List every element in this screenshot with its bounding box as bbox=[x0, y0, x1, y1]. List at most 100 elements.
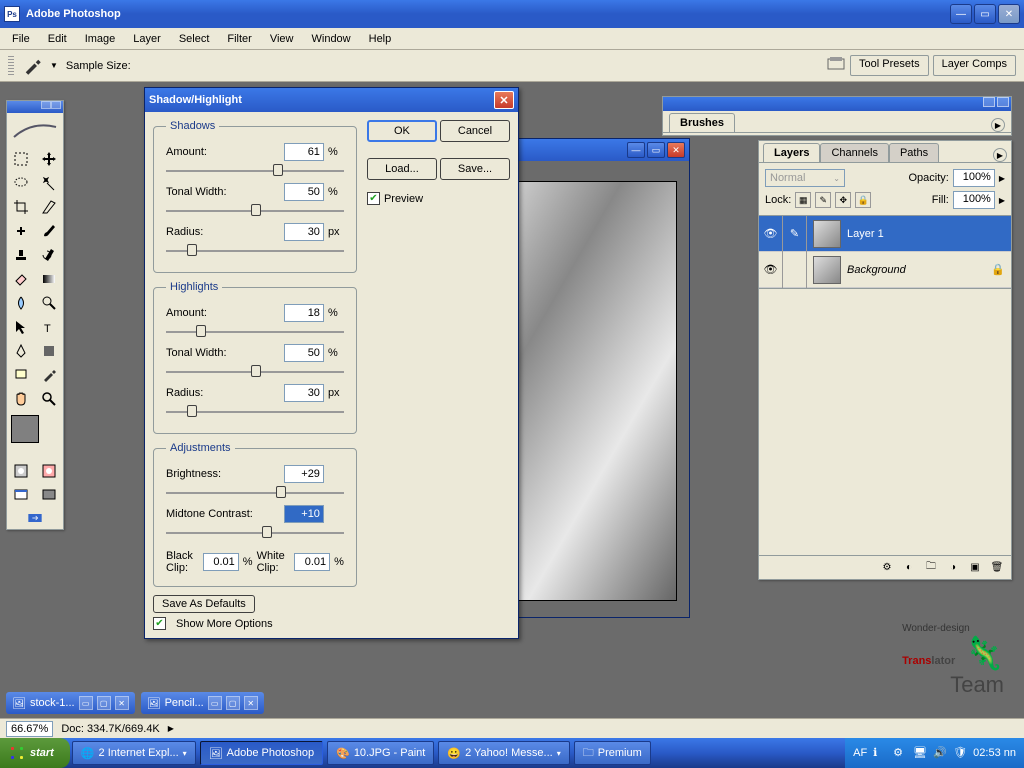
white-clip-input[interactable] bbox=[294, 553, 330, 571]
task-item[interactable]: 🗀Premium bbox=[574, 741, 651, 765]
stub-close-icon[interactable]: ✕ bbox=[244, 696, 258, 710]
delete-layer-icon[interactable]: 🗑 bbox=[989, 560, 1005, 576]
palette-close-icon[interactable] bbox=[997, 97, 1009, 107]
layer-set-icon[interactable]: 🗀 bbox=[923, 560, 939, 576]
tray-icon[interactable]: 🛡 bbox=[953, 746, 967, 760]
menu-file[interactable]: File bbox=[4, 31, 38, 47]
midtone-input[interactable] bbox=[284, 505, 324, 523]
layers-tab[interactable]: Layers bbox=[763, 143, 820, 162]
dialog-close-button[interactable]: ✕ bbox=[494, 91, 514, 109]
maximize-button[interactable]: ▭ bbox=[974, 4, 996, 24]
lock-move-icon[interactable]: ✥ bbox=[835, 192, 851, 208]
preview-checkbox[interactable]: ✔ bbox=[367, 192, 380, 205]
clock[interactable]: 02:53 nn bbox=[973, 747, 1016, 759]
jump-to-iready-icon[interactable] bbox=[7, 507, 63, 529]
ok-button[interactable]: OK bbox=[367, 120, 437, 142]
dropdown-arrow-icon[interactable]: ▼ bbox=[50, 61, 58, 70]
hand-tool-icon[interactable] bbox=[7, 387, 35, 411]
layer-comps-button[interactable]: Layer Comps bbox=[933, 55, 1016, 76]
highlights-radius-slider[interactable] bbox=[166, 403, 344, 421]
move-tool-icon[interactable] bbox=[35, 147, 63, 171]
brush-tool-icon[interactable] bbox=[35, 219, 63, 243]
zoom-tool-icon[interactable] bbox=[35, 387, 63, 411]
pen-tool-icon[interactable] bbox=[7, 339, 35, 363]
blur-tool-icon[interactable] bbox=[7, 291, 35, 315]
dialog-titlebar[interactable]: Shadow/Highlight ✕ bbox=[145, 88, 518, 112]
doc-close-button[interactable]: ✕ bbox=[667, 142, 685, 158]
eyedropper-tool-icon[interactable] bbox=[35, 363, 63, 387]
shadows-radius-slider[interactable] bbox=[166, 242, 344, 260]
heal-tool-icon[interactable] bbox=[7, 219, 35, 243]
shape-tool-icon[interactable] bbox=[35, 339, 63, 363]
minimize-button[interactable]: — bbox=[950, 4, 972, 24]
shadows-tonal-slider[interactable] bbox=[166, 202, 344, 220]
midtone-slider[interactable] bbox=[166, 524, 344, 542]
menu-edit[interactable]: Edit bbox=[40, 31, 75, 47]
adjustment-layer-icon[interactable]: ◑ bbox=[945, 560, 961, 576]
task-item[interactable]: 🖼Adobe Photoshop bbox=[200, 741, 323, 765]
task-item[interactable]: 🌐2 Internet Expl...▾ bbox=[72, 741, 196, 765]
black-clip-input[interactable] bbox=[203, 553, 239, 571]
highlights-tonal-input[interactable] bbox=[284, 344, 324, 362]
palette-minimize-icon[interactable] bbox=[983, 97, 995, 107]
layer-name[interactable]: Layer 1 bbox=[847, 228, 1011, 240]
lasso-tool-icon[interactable] bbox=[7, 171, 35, 195]
task-item[interactable]: 😀2 Yahoo! Messe...▾ bbox=[438, 741, 569, 765]
lock-transparency-icon[interactable]: ▦ bbox=[795, 192, 811, 208]
stub-close-icon[interactable]: ✕ bbox=[115, 696, 129, 710]
doc-maximize-button[interactable]: ▭ bbox=[647, 142, 665, 158]
shadows-tonal-input[interactable] bbox=[284, 183, 324, 201]
color-swatches[interactable] bbox=[7, 411, 63, 459]
shadows-radius-input[interactable] bbox=[284, 223, 324, 241]
menu-select[interactable]: Select bbox=[171, 31, 218, 47]
layer-name[interactable]: Background bbox=[847, 264, 991, 276]
highlights-amount-input[interactable] bbox=[284, 304, 324, 322]
path-select-tool-icon[interactable] bbox=[7, 315, 35, 339]
layer-mask-icon[interactable]: ◐ bbox=[901, 560, 917, 576]
layer-thumb[interactable] bbox=[813, 256, 841, 284]
stamp-tool-icon[interactable] bbox=[7, 243, 35, 267]
tray-icon[interactable]: 🖥 bbox=[913, 746, 927, 760]
menu-filter[interactable]: Filter bbox=[219, 31, 259, 47]
brushes-tab[interactable]: Brushes bbox=[669, 113, 735, 132]
brightness-input[interactable] bbox=[284, 465, 324, 483]
lang-indicator[interactable]: AF bbox=[853, 747, 867, 759]
stub-restore-icon[interactable]: ▭ bbox=[79, 696, 93, 710]
start-button[interactable]: start bbox=[0, 738, 70, 768]
file-browser-icon[interactable] bbox=[826, 55, 846, 76]
brightness-slider[interactable] bbox=[166, 484, 344, 502]
screenmode1-icon[interactable] bbox=[7, 483, 35, 507]
new-layer-icon[interactable]: ▣ bbox=[967, 560, 983, 576]
doc-minimize-button[interactable]: — bbox=[627, 142, 645, 158]
paths-tab[interactable]: Paths bbox=[889, 143, 939, 162]
layer-fx-icon[interactable]: ⚙ bbox=[879, 560, 895, 576]
menu-layer[interactable]: Layer bbox=[125, 31, 169, 47]
wand-tool-icon[interactable] bbox=[35, 171, 63, 195]
save-defaults-button[interactable]: Save As Defaults bbox=[153, 595, 255, 613]
menu-help[interactable]: Help bbox=[361, 31, 400, 47]
opacity-input[interactable]: 100% bbox=[953, 169, 995, 187]
fill-input[interactable]: 100% bbox=[953, 191, 995, 209]
layers-menu-icon[interactable]: ▶ bbox=[993, 148, 1007, 162]
highlights-radius-input[interactable] bbox=[284, 384, 324, 402]
palette-menu-icon[interactable]: ▶ bbox=[991, 118, 1005, 132]
foreground-swatch[interactable] bbox=[11, 415, 39, 443]
link-cell[interactable]: ✎ bbox=[783, 216, 807, 252]
eraser-tool-icon[interactable] bbox=[7, 267, 35, 291]
layer-row[interactable]: 👁 Background 🔒 bbox=[759, 252, 1011, 288]
history-brush-tool-icon[interactable] bbox=[35, 243, 63, 267]
quickmask-icon[interactable] bbox=[7, 459, 35, 483]
layer-thumb[interactable] bbox=[813, 220, 841, 248]
menu-window[interactable]: Window bbox=[304, 31, 359, 47]
blend-mode-select[interactable]: Normal⌄ bbox=[765, 169, 845, 187]
lock-paint-icon[interactable]: ✎ bbox=[815, 192, 831, 208]
highlights-amount-slider[interactable] bbox=[166, 323, 344, 341]
visibility-icon[interactable]: 👁 bbox=[759, 252, 783, 288]
highlights-tonal-slider[interactable] bbox=[166, 363, 344, 381]
fill-flyout-icon[interactable]: ▶ bbox=[999, 196, 1005, 205]
channels-tab[interactable]: Channels bbox=[820, 143, 888, 162]
grip-icon[interactable] bbox=[8, 56, 14, 76]
zoom-display[interactable]: 66.67% bbox=[6, 721, 53, 737]
stub-max-icon[interactable]: ▢ bbox=[226, 696, 240, 710]
tray-icon[interactable]: ⚙ bbox=[893, 746, 907, 760]
